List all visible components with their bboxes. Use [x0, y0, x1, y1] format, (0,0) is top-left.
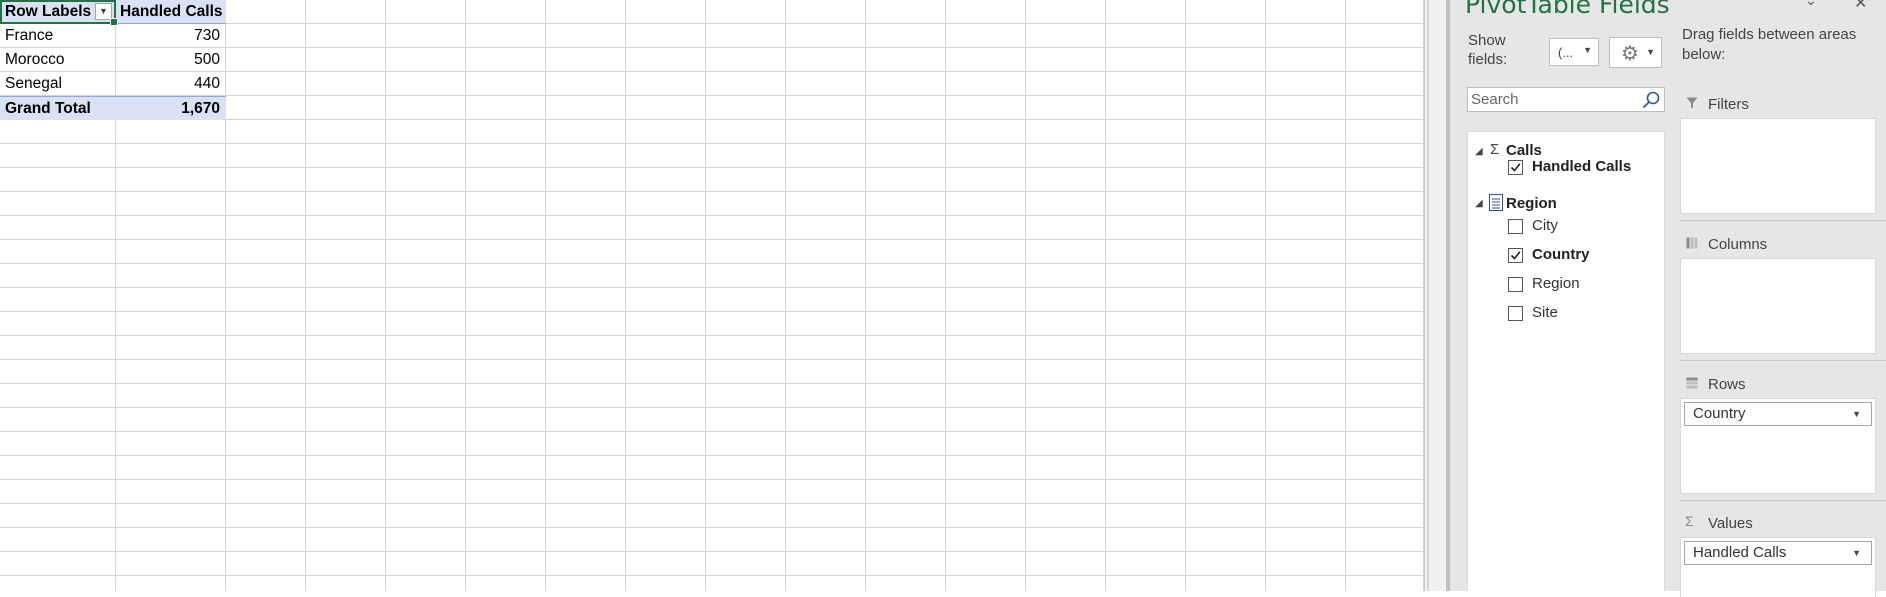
filters-drop-area[interactable] [1680, 118, 1876, 214]
columns-area-label: Columns [1708, 236, 1768, 253]
values-field-chip-label: Handled Calls [1693, 544, 1787, 561]
rows-icon [1686, 377, 1698, 389]
checkbox-unchecked[interactable] [1508, 306, 1523, 321]
show-fields-label: Show fields: [1468, 32, 1508, 68]
field-search-box[interactable] [1467, 87, 1665, 112]
rows-drop-area[interactable]: Country ▼ [1680, 398, 1876, 494]
pivottable-fields-pane: PivotTable Fields ⌄ ✕ Show fields: (... … [1450, 0, 1886, 597]
value-header[interactable]: Handled Calls [116, 0, 226, 24]
group-calls[interactable]: Calls [1506, 142, 1542, 159]
rows-field-chip-label: Country [1693, 405, 1746, 422]
values-area-label: Values [1708, 515, 1753, 532]
row-value[interactable]: 500 [116, 48, 226, 72]
field-label: Handled Calls [1532, 158, 1632, 175]
area-divider [1680, 220, 1886, 221]
grand-total-value[interactable]: 1,670 [116, 96, 226, 120]
value-header-text: Handled Calls [120, 3, 223, 20]
rows-field-chip[interactable]: Country ▼ [1684, 402, 1872, 426]
drag-hint-text: Drag fields between areas below: [1682, 26, 1857, 63]
dropdown-arrow-icon[interactable]: ▼ [1852, 542, 1861, 564]
grand-total-label[interactable]: Grand Total [0, 96, 116, 120]
checkmark-icon [1510, 251, 1521, 260]
gear-icon: ⚙ [1621, 43, 1639, 65]
rows-area-label: Rows [1708, 376, 1746, 393]
close-icon[interactable]: ✕ [1854, 0, 1867, 13]
pane-options-chevron-icon[interactable]: ⌄ [1805, 0, 1817, 9]
active-cell-selection [0, 0, 118, 26]
row-label[interactable]: Morocco [0, 48, 116, 72]
dropdown-arrow-icon: ▼ [1646, 47, 1655, 57]
area-divider [1680, 360, 1886, 361]
area-divider [1680, 500, 1886, 501]
filters-area-label: Filters [1708, 96, 1749, 113]
sigma-icon: Σ [1490, 141, 1500, 158]
collapse-triangle-icon[interactable]: ◢ [1475, 146, 1483, 157]
field-label: City [1532, 217, 1558, 234]
collapse-triangle-icon[interactable]: ◢ [1475, 198, 1483, 209]
checkbox-checked[interactable] [1508, 160, 1523, 175]
values-field-chip[interactable]: Handled Calls ▼ [1684, 541, 1872, 565]
field-label: Country [1532, 246, 1590, 263]
table-icon [1489, 194, 1503, 211]
checkbox-unchecked[interactable] [1508, 219, 1523, 234]
pane-title: PivotTable Fields [1465, 0, 1670, 19]
show-fields-dropdown-value: (... [1558, 45, 1574, 60]
row-label[interactable]: Senegal [0, 72, 116, 96]
worksheet[interactable]: Row Labels ▼ Handled Calls France 730 Mo… [0, 0, 1424, 591]
checkbox-unchecked[interactable] [1508, 277, 1523, 292]
show-fields-dropdown[interactable]: (... ▼ [1549, 38, 1599, 66]
row-value[interactable]: 440 [116, 72, 226, 96]
filter-icon [1686, 97, 1698, 109]
values-drop-area[interactable]: Handled Calls ▼ [1680, 537, 1876, 597]
dropdown-arrow-icon: ▼ [1583, 45, 1592, 55]
field-list[interactable]: ◢ Σ Calls Handled Calls ◢ Region City Co… [1467, 131, 1665, 591]
search-input[interactable] [1469, 89, 1643, 110]
sigma-icon: Σ [1685, 513, 1694, 529]
field-label: Region [1532, 275, 1580, 292]
group-region[interactable]: Region [1506, 195, 1557, 212]
dropdown-arrow-icon[interactable]: ▼ [1852, 403, 1861, 425]
columns-icon [1686, 237, 1698, 249]
tools-dropdown-button[interactable]: ⚙ ▼ [1609, 37, 1662, 68]
field-label: Site [1532, 304, 1558, 321]
checkmark-icon [1510, 163, 1521, 172]
checkbox-checked[interactable] [1508, 248, 1523, 263]
search-icon[interactable] [1641, 90, 1661, 110]
row-value[interactable]: 730 [116, 24, 226, 48]
columns-drop-area[interactable] [1680, 258, 1876, 354]
row-label[interactable]: France [0, 24, 116, 48]
